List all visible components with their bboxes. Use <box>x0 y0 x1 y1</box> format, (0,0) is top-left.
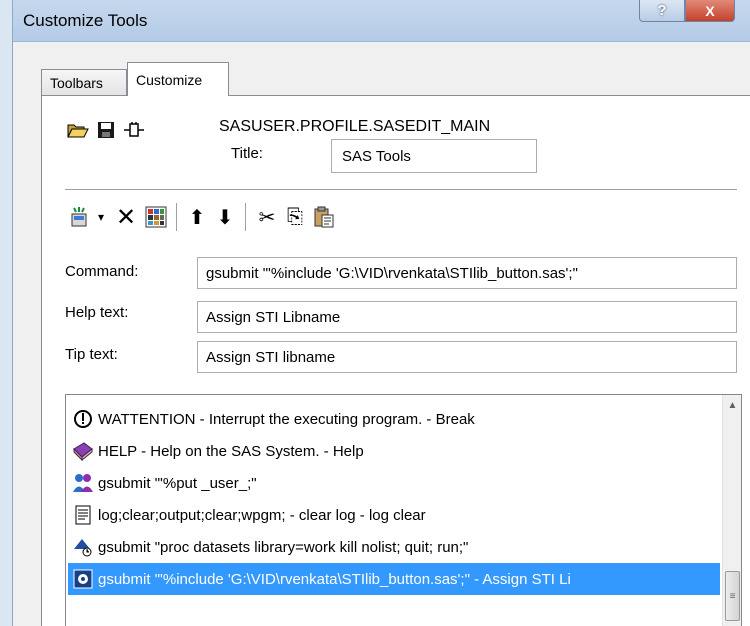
add-item-icon[interactable] <box>67 205 91 229</box>
copy-icon[interactable]: ⎘ <box>283 205 307 229</box>
title-input[interactable] <box>331 139 537 173</box>
customize-tools-dialog: Customize Tools ? X Toolbars Customize S… <box>12 0 750 626</box>
paste-icon[interactable] <box>311 205 337 229</box>
list-scrollbar[interactable]: ▲ ≡ <box>722 395 741 626</box>
list-item[interactable]: HELP - Help on the SAS System. - Help <box>68 435 720 467</box>
list-item[interactable]: WATTENTION - Interrupt the executing pro… <box>68 403 720 435</box>
chevron-down-icon[interactable]: ▾ <box>93 205 109 229</box>
divider <box>65 189 737 191</box>
tab-label: Toolbars <box>50 74 103 91</box>
list-item[interactable]: gsubmit "'%include 'G:\VID\rvenkata\STIl… <box>68 563 720 595</box>
scroll-thumb[interactable]: ≡ <box>725 571 740 621</box>
move-down-icon[interactable]: ⬇ <box>213 205 237 229</box>
command-input[interactable] <box>197 257 737 289</box>
help-button[interactable]: ? <box>639 0 685 22</box>
list-item[interactable]: gsubmit "proc datasets library=work kill… <box>68 531 720 563</box>
window-title: Customize Tools <box>23 11 148 30</box>
cut-icon[interactable]: ✂ <box>255 205 279 229</box>
tip-text-label: Tip text: <box>65 346 118 363</box>
title-label: Title: <box>231 145 263 162</box>
help-book-icon <box>72 440 94 462</box>
attention-icon <box>72 408 94 430</box>
save-disk-icon[interactable] <box>95 120 117 140</box>
list-item[interactable]: log;clear;output;clear;wpgm; - clear log… <box>68 499 720 531</box>
delete-icon[interactable]: ✕ <box>113 204 139 231</box>
tab-toolbars[interactable]: Toolbars <box>41 69 127 95</box>
command-label: Command: <box>65 263 139 280</box>
log-clear-icon <box>72 504 94 526</box>
scroll-up-icon[interactable]: ▲ <box>723 395 741 415</box>
close-icon: X <box>705 2 715 19</box>
help-text-input[interactable] <box>197 301 737 333</box>
title-bar[interactable]: Customize Tools ? X <box>13 0 750 42</box>
tab-label: Customize <box>136 71 203 88</box>
open-folder-icon[interactable] <box>67 120 89 140</box>
tools-list[interactable]: WATTENTION - Interrupt the executing pro… <box>65 394 742 626</box>
icon-grid-icon[interactable] <box>143 205 169 229</box>
connector-icon[interactable] <box>123 120 145 140</box>
users-icon <box>72 472 94 494</box>
move-up-icon[interactable]: ⬆ <box>185 205 209 229</box>
list-item[interactable]: gsubmit "'%put _user_;" <box>68 467 720 499</box>
help-text-label: Help text: <box>65 304 129 321</box>
catalog-path: SASUSER.PROFILE.SASEDIT_MAIN <box>219 118 491 135</box>
close-button[interactable]: X <box>685 0 735 22</box>
tip-text-input[interactable] <box>197 341 737 373</box>
datasets-icon <box>72 536 94 558</box>
question-icon: ? <box>657 2 667 19</box>
tab-customize[interactable]: Customize <box>127 62 229 96</box>
toolbar-separator <box>176 203 177 231</box>
library-icon <box>72 568 94 590</box>
toolbar-separator <box>245 203 246 231</box>
